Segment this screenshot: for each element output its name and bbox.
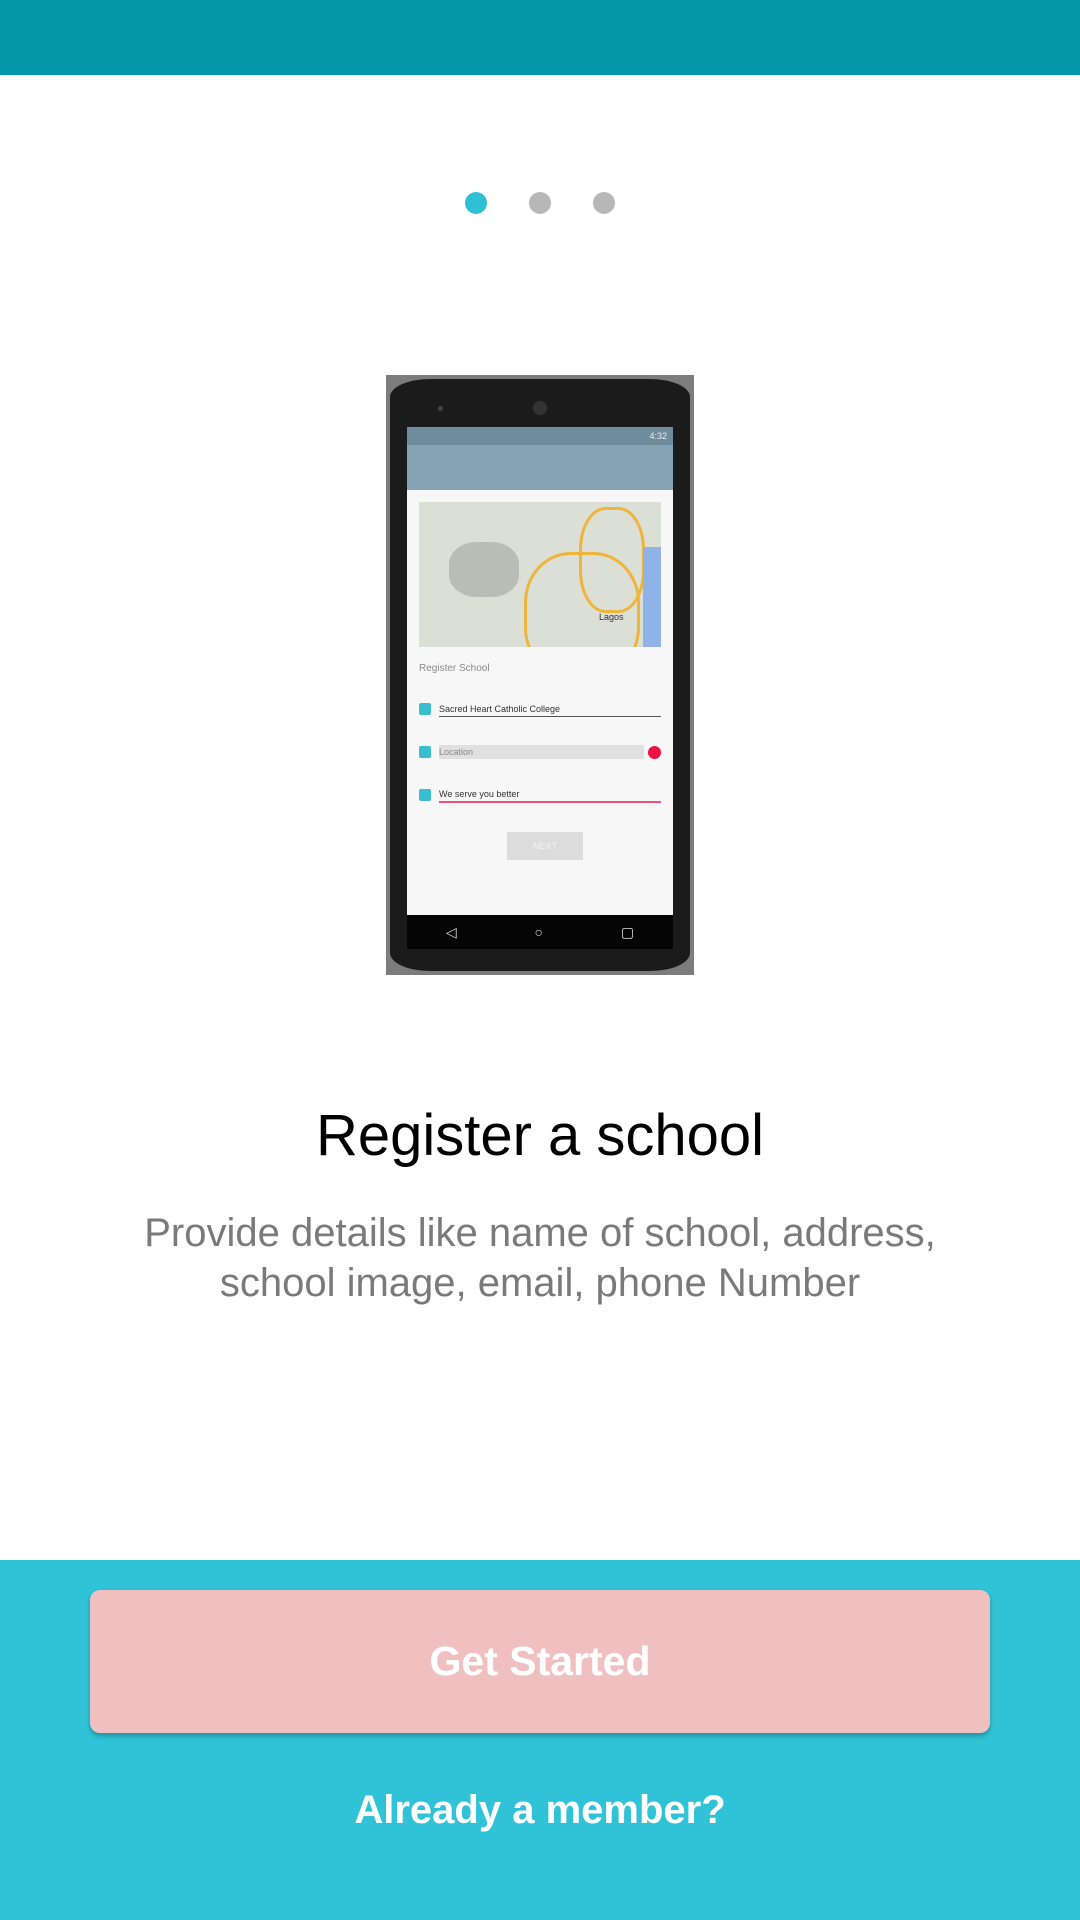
page-dot-1-active bbox=[465, 192, 487, 214]
phone-screen: 4:32 Lagos Register School Sacred Heart … bbox=[407, 427, 673, 915]
onboarding-title: Register a school bbox=[315, 1103, 765, 1168]
mock-field-school-name: Sacred Heart Catholic College bbox=[419, 699, 661, 719]
phone-speaker bbox=[533, 401, 547, 415]
monitor-icon bbox=[419, 789, 431, 801]
mock-map: Lagos bbox=[419, 502, 661, 647]
status-bar bbox=[0, 0, 1080, 75]
onboarding-illustration: 4:32 Lagos Register School Sacred Heart … bbox=[386, 375, 694, 975]
mock-map-label: Lagos bbox=[599, 612, 624, 622]
page-dot-3 bbox=[593, 192, 615, 214]
bottom-action-panel: Get Started Already a member? bbox=[0, 1560, 1080, 1920]
mock-field-location: Location bbox=[419, 742, 661, 762]
onboarding-description: Provide details like name of school, add… bbox=[144, 1211, 936, 1305]
phone-mockup: 4:32 Lagos Register School Sacred Heart … bbox=[390, 379, 690, 971]
mock-nav-bar: ◁ ○ ▢ bbox=[407, 915, 673, 949]
mock-action-bar bbox=[407, 445, 673, 490]
get-started-button[interactable]: Get Started bbox=[90, 1590, 990, 1733]
location-pin-icon bbox=[419, 746, 431, 758]
recents-icon: ▢ bbox=[620, 923, 635, 940]
already-member-link[interactable]: Already a member? bbox=[0, 1788, 1080, 1833]
error-icon bbox=[648, 745, 661, 759]
calendar-icon bbox=[419, 703, 431, 715]
home-icon: ○ bbox=[534, 924, 543, 940]
phone-camera bbox=[438, 406, 443, 411]
mock-next-button: NEXT bbox=[507, 832, 583, 860]
back-icon: ◁ bbox=[445, 923, 457, 940]
mock-form-heading: Register School bbox=[419, 663, 490, 674]
page-indicator bbox=[0, 192, 1080, 214]
mock-status-bar: 4:32 bbox=[407, 427, 673, 445]
page-dot-2 bbox=[529, 192, 551, 214]
mock-field-motto: We serve you better bbox=[419, 785, 661, 805]
